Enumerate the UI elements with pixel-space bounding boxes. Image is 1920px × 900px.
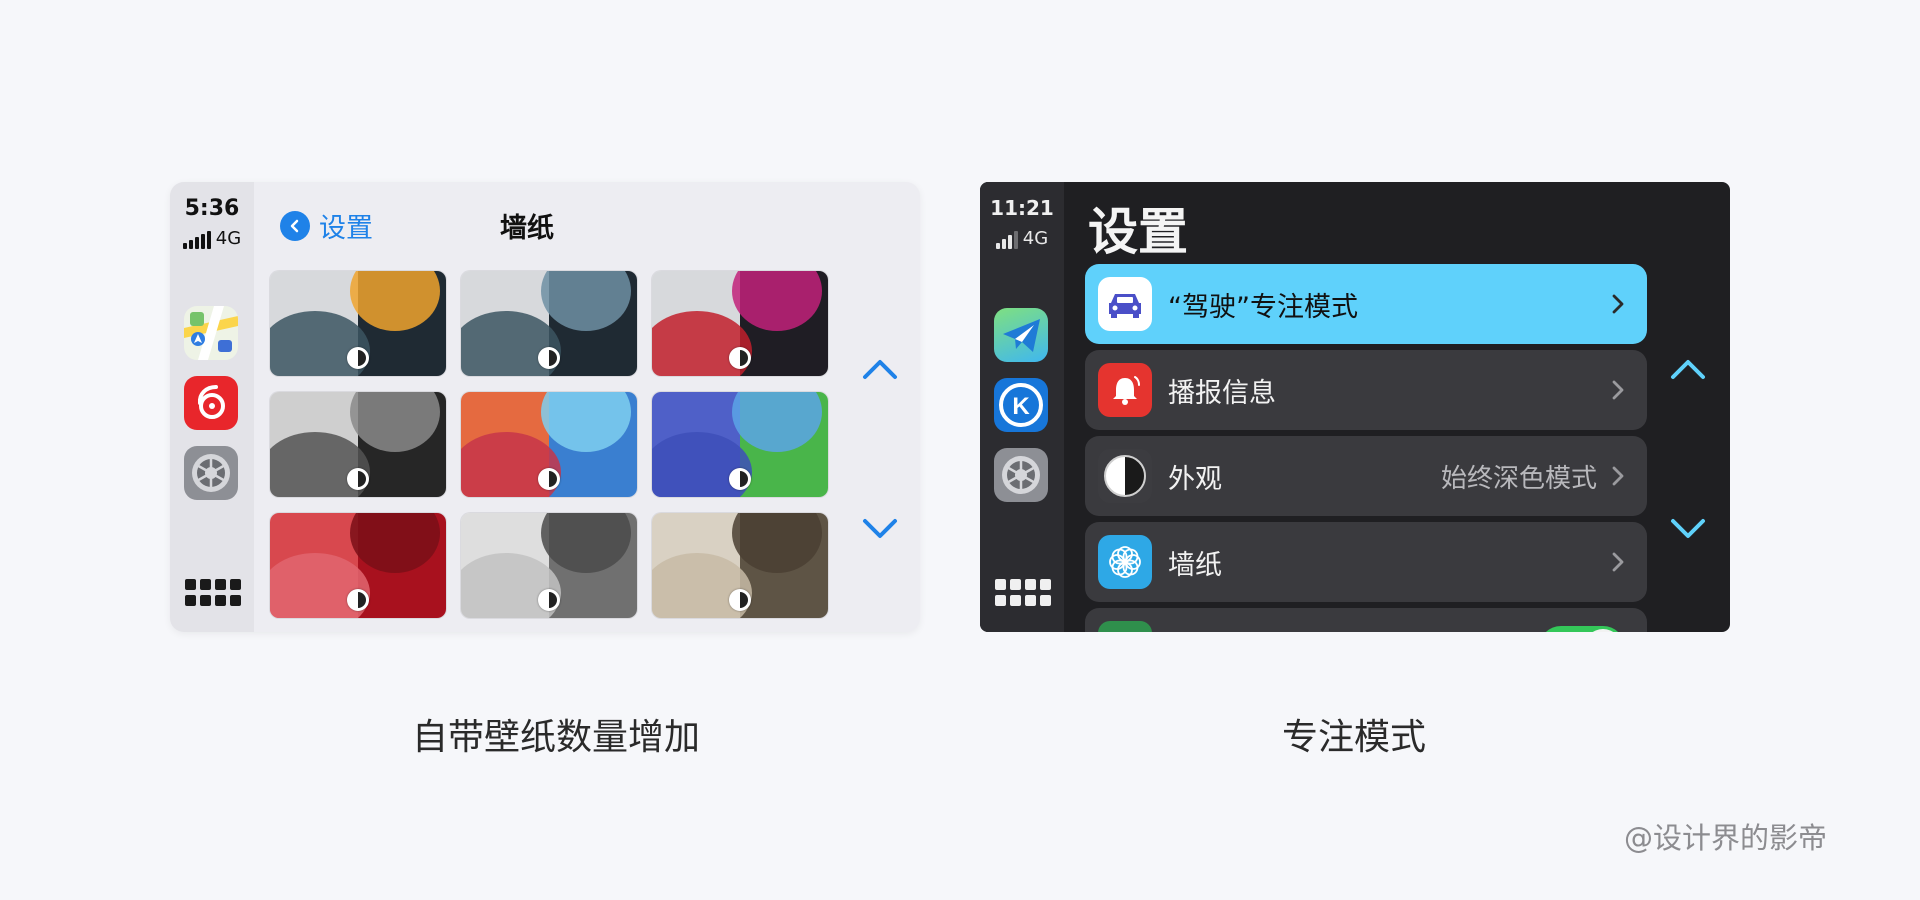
wallpaper-thumbnail[interactable] [461,392,637,497]
car-icon [1098,277,1152,331]
wallpaper-thumbnail[interactable] [270,271,446,376]
wallpaper-screen: 5:36 4G 设置 墙纸 [170,182,920,632]
wallpaper-row[interactable]: 墙纸 [1085,522,1647,602]
chevron-right-icon [1612,294,1624,314]
partial-row[interactable] [1085,608,1647,632]
author-credit: @设计界的影帝 [1624,821,1828,855]
scroll-down-icon[interactable] [1670,518,1706,540]
status-network: 4G [980,228,1064,249]
scroll-up-icon[interactable] [862,358,898,380]
settings-app-icon[interactable] [184,446,238,500]
bell-icon [1098,363,1152,417]
network-label: 4G [1022,228,1049,249]
appearance-row[interactable]: 外观 始终深色模式 [1085,436,1647,516]
settings-screen: 11:21 4G K 设置 “驾驶”专注模式 播报信息 外观 始终深色模式 墙纸 [980,182,1730,632]
network-label: 4G [215,228,242,249]
row-value: 始终深色模式 [1440,463,1597,494]
right-caption: 专注模式 [1282,717,1427,758]
page-title: 设置 [1088,203,1188,261]
toggle-knob [1584,629,1622,632]
scroll-up-icon[interactable] [1670,358,1706,380]
row-label: 墙纸 [1168,549,1222,581]
chevron-right-icon [1612,466,1624,486]
wallpaper-thumbnail[interactable] [270,513,446,618]
partial-row-icon [1098,621,1152,632]
light-dark-mode-icon [729,347,751,369]
status-network: 4G [170,228,254,249]
row-label: 播报信息 [1168,377,1276,409]
back-label: 设置 [319,213,373,244]
row-label: “驾驶”专注模式 [1168,291,1358,323]
signal-bars-icon [995,231,1018,249]
scroll-down-icon[interactable] [862,518,898,540]
appearance-icon [1098,449,1152,503]
light-dark-mode-icon [538,468,560,490]
netease-music-app-icon[interactable] [184,376,238,430]
status-time: 5:36 [184,196,240,221]
light-dark-mode-icon [538,347,560,369]
light-dark-mode-icon [347,589,369,611]
back-chevron-icon [280,210,310,241]
light-dark-mode-icon [347,347,369,369]
telegram-app-icon[interactable] [994,308,1048,362]
row-label: 外观 [1168,463,1222,495]
toggle-switch[interactable] [1539,626,1625,632]
wallpaper-thumbnail[interactable] [652,513,828,618]
wallpaper-thumbnail[interactable] [652,271,828,376]
wallpaper-thumbnail[interactable] [652,392,828,497]
status-time: 11:21 [990,196,1054,220]
driving-focus-row[interactable]: “驾驶”专注模式 [1085,264,1647,344]
chevron-right-icon [1612,552,1624,572]
signal-bars-icon [182,231,211,249]
carplay-sidebar: 5:36 4G [170,182,254,632]
wallpaper-thumbnail[interactable] [461,271,637,376]
svg-text:K: K [1012,393,1030,420]
wallpaper-thumbnail[interactable] [270,392,446,497]
chevron-right-icon [1612,380,1624,400]
light-dark-mode-icon [538,589,560,611]
page-title: 墙纸 [500,213,554,244]
light-dark-mode-icon [347,468,369,490]
light-dark-mode-icon [729,468,751,490]
left-caption: 自带壁纸数量增加 [412,717,701,758]
carplay-sidebar: 11:21 4G K [980,182,1064,632]
wallpaper-grid [270,271,828,618]
flower-icon [1098,535,1152,589]
app-grid-icon[interactable] [185,579,241,609]
kugou-app-icon[interactable]: K [994,378,1048,432]
wallpaper-thumbnail[interactable] [461,513,637,618]
light-dark-mode-icon [729,589,751,611]
maps-app-icon[interactable] [184,306,238,360]
back-button[interactable]: 设置 [280,206,373,245]
settings-app-icon[interactable] [994,448,1048,502]
announce-messages-row[interactable]: 播报信息 [1085,350,1647,430]
app-grid-icon[interactable] [995,579,1051,609]
